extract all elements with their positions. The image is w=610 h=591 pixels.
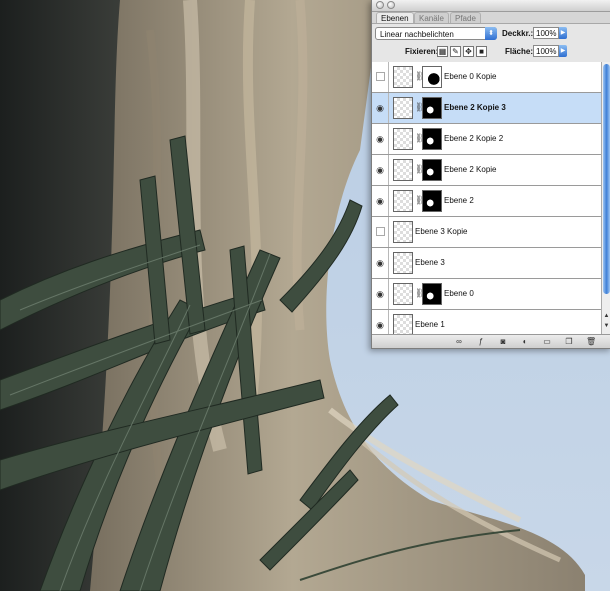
eye-icon[interactable]: ◉ (372, 310, 389, 334)
eye-icon[interactable]: ◉ (372, 124, 389, 154)
tab-pfade[interactable]: Pfade (450, 12, 481, 23)
new-layer-icon[interactable]: ❐ (564, 337, 574, 346)
eye-icon[interactable]: ◉ (372, 186, 389, 216)
trash-icon[interactable]: 🗑 (586, 337, 596, 346)
lock-icon[interactable]: ■ (476, 46, 487, 57)
layer-row[interactable]: ◉ Ebene 1 (372, 310, 601, 334)
opacity-label: Deckkr.: (502, 29, 534, 38)
layer-name: Ebene 2 Kopie 3 (444, 103, 506, 112)
layers-list: ⛓ Ebene 0 Kopie ◉ ⛓ Ebene 2 Kopie 3 ◉ ⛓ Ebene 2… (372, 62, 601, 334)
brush-icon[interactable]: ✎ (450, 46, 461, 57)
fill-field[interactable]: 100% (533, 45, 559, 57)
mask-icon[interactable]: ◙ (498, 337, 508, 346)
layer-thumbnail (393, 97, 413, 119)
layer-thumbnail (393, 252, 413, 274)
layer-thumbnail (393, 221, 413, 243)
empty-visibility-box (376, 72, 385, 81)
lock-row: Fixieren: ▦ ✎ ✥ ■ Fläche: 100% ▶ (372, 43, 610, 63)
folder-icon[interactable]: ▭ (542, 337, 552, 346)
transparency-lock-icon[interactable]: ▦ (437, 46, 448, 57)
layer-thumbnail (393, 66, 413, 88)
layer-name: Ebene 2 (444, 196, 474, 205)
visibility-toggle-empty[interactable] (372, 217, 389, 247)
layer-mask-thumbnail[interactable] (422, 66, 442, 88)
opacity-slider-arrow-icon[interactable]: ▶ (559, 27, 567, 39)
blend-mode-select[interactable]: Linear nachbelichten ⬍ (375, 27, 497, 40)
palette-bottom-bar: ∞ ƒ ◙ ◐ ▭ ❐ 🗑 (372, 334, 610, 348)
fx-icon[interactable]: ƒ (476, 337, 486, 346)
minimize-icon[interactable] (387, 1, 395, 9)
scroll-up-icon[interactable]: ▲ (602, 312, 610, 321)
palette-tabs: Ebenen Kanäle Pfade (372, 12, 610, 24)
layer-thumbnail (393, 283, 413, 305)
layer-name: Ebene 1 (415, 320, 445, 329)
layer-mask-thumbnail[interactable] (422, 283, 442, 305)
eye-icon[interactable]: ◉ (372, 155, 389, 185)
move-icon[interactable]: ✥ (463, 46, 474, 57)
layer-mask-thumbnail[interactable] (422, 128, 442, 150)
empty-visibility-box (376, 227, 385, 236)
layer-mask-thumbnail[interactable] (422, 159, 442, 181)
layer-row[interactable]: ◉ ⛓ Ebene 2 Kopie (372, 155, 601, 186)
tab-ebenen[interactable]: Ebenen (376, 12, 414, 23)
visibility-toggle-empty[interactable] (372, 62, 389, 92)
scroll-down-icon[interactable]: ▼ (602, 322, 610, 331)
layer-name: Ebene 3 Kopie (415, 227, 468, 236)
layers-scrollbar[interactable]: ▲ ▼ (601, 62, 610, 334)
layer-row[interactable]: ◉ ⛓ Ebene 2 Kopie 2 (372, 124, 601, 155)
layer-row[interactable]: ◉ Ebene 3 (372, 248, 601, 279)
layer-row[interactable]: ◉ ⛓ Ebene 2 (372, 186, 601, 217)
tab-kanaele[interactable]: Kanäle (414, 12, 449, 23)
chevron-down-icon: ⬍ (485, 27, 497, 40)
lock-label: Fixieren: (405, 47, 439, 56)
layer-row[interactable]: ◉ ⛓ Ebene 2 Kopie 3 (372, 93, 601, 124)
palette-titlebar[interactable] (372, 0, 610, 12)
eye-icon[interactable]: ◉ (372, 279, 389, 309)
chain-link-icon[interactable]: ∞ (454, 337, 464, 346)
layer-thumbnail (393, 159, 413, 181)
layer-row[interactable]: ⛓ Ebene 0 Kopie (372, 62, 601, 93)
layer-thumbnail (393, 190, 413, 212)
eye-icon[interactable]: ◉ (372, 248, 389, 278)
layer-thumbnail (393, 314, 413, 334)
layer-name: Ebene 3 (415, 258, 445, 267)
layer-name: Ebene 0 Kopie (444, 72, 497, 81)
layer-row[interactable]: ◉ ⛓ Ebene 0 (372, 279, 601, 310)
layer-mask-thumbnail[interactable] (422, 97, 442, 119)
fill-label: Fläche: (505, 47, 534, 56)
scrollbar-thumb[interactable] (603, 64, 610, 294)
layer-name: Ebene 2 Kopie 2 (444, 134, 504, 143)
layer-name: Ebene 2 Kopie (444, 165, 497, 174)
layer-thumbnail (393, 128, 413, 150)
layers-palette: Ebenen Kanäle Pfade Linear nachbelichten… (371, 0, 610, 349)
fill-slider-arrow-icon[interactable]: ▶ (559, 45, 567, 57)
layer-name: Ebene 0 (444, 289, 474, 298)
close-icon[interactable] (376, 1, 384, 9)
eye-icon[interactable]: ◉ (372, 93, 389, 123)
adjustment-icon[interactable]: ◐ (520, 337, 530, 346)
opacity-field[interactable]: 100% (533, 27, 559, 39)
layer-row[interactable]: Ebene 3 Kopie (372, 217, 601, 248)
blend-mode-value: Linear nachbelichten (380, 30, 454, 39)
layer-mask-thumbnail[interactable] (422, 190, 442, 212)
blend-row: Linear nachbelichten ⬍ Deckkr.: 100% ▶ (372, 24, 610, 43)
